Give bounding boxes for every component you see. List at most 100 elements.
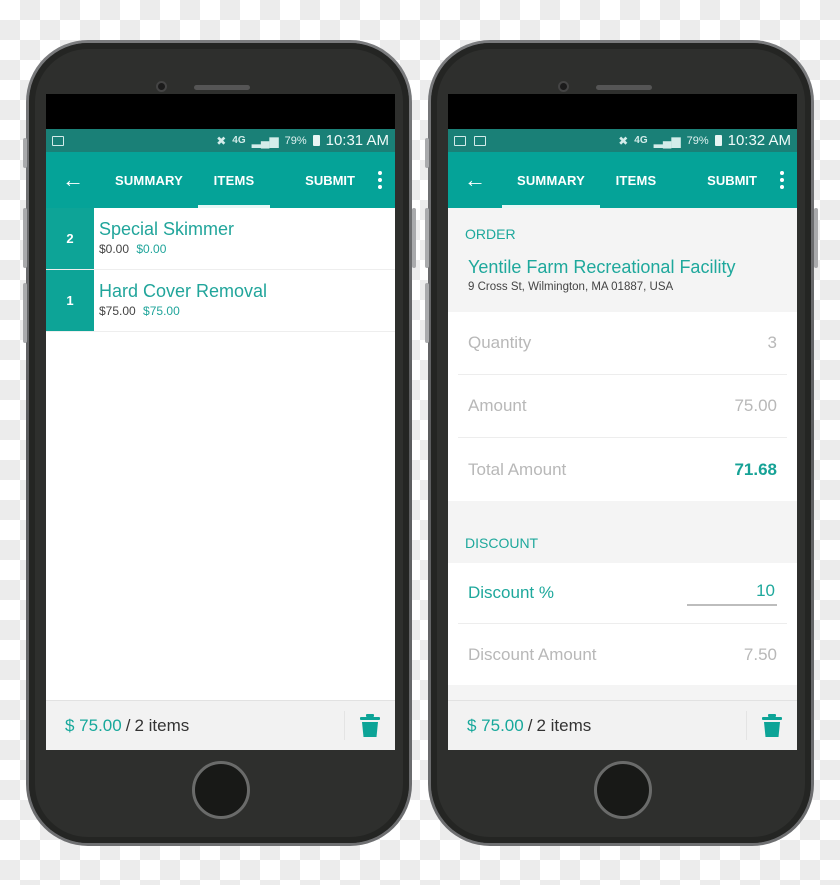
battery-icon	[312, 135, 320, 146]
discount-card: Discount % Discount Amount 7.50	[448, 563, 797, 685]
gallery-icon	[454, 135, 466, 146]
status-bar: ✖ 4G ▂▄▆ 79% 10:31 AM	[46, 129, 395, 152]
discount-section-header: DISCOUNT	[465, 535, 539, 551]
customer-address: 9 Cross St, Wilmington, MA 01887, USA	[468, 281, 674, 293]
item-unit-price: $75.00	[99, 304, 136, 318]
quantity-label: Quantity	[468, 333, 532, 352]
side-button	[23, 283, 27, 343]
submit-button[interactable]: SUBMIT	[697, 152, 767, 208]
quantity-row: Quantity 3	[458, 312, 787, 375]
amount-value: 75.00	[734, 396, 777, 415]
total-amount-value: 71.68	[734, 459, 777, 479]
battery-icon	[714, 135, 722, 146]
signal-icon: ▂▄▆	[653, 133, 681, 148]
footer-total-amount: $ 75.00	[467, 715, 524, 735]
summary-panel: ORDER Yentile Farm Recreational Facility…	[448, 208, 797, 750]
order-customer[interactable]: Yentile Farm Recreational Facility 9 Cro…	[448, 250, 797, 312]
tab-summary[interactable]: SUMMARY	[100, 152, 198, 208]
mute-icon: ✖	[216, 133, 227, 148]
tab-items[interactable]: ITEMS	[198, 152, 270, 208]
more-vertical-icon[interactable]	[767, 152, 797, 208]
side-button	[23, 138, 27, 168]
back-button[interactable]: ←	[46, 152, 100, 208]
items-list: 2 Special Skimmer $0.00 $0.00 1 Hard Cov…	[46, 208, 395, 750]
phone-items-screen: ✖ 4G ▂▄▆ 79% 10:31 AM ← SUMMARY ITEMS SU…	[26, 40, 412, 846]
total-amount-label: Total Amount	[468, 459, 567, 479]
4g-lte-icon: 4G	[232, 134, 246, 146]
discount-amount-row: Discount Amount 7.50	[458, 624, 787, 685]
discount-amount-label: Discount Amount	[468, 644, 597, 664]
side-button	[425, 208, 429, 268]
front-camera	[558, 81, 569, 92]
tab-label: ITEMS	[213, 172, 255, 188]
side-button	[412, 208, 416, 268]
cart-footer: $ 75.00 / 2 items	[46, 700, 395, 750]
trash-icon[interactable]	[359, 714, 381, 738]
clock: 10:31 AM	[325, 132, 389, 149]
quantity-value: 3	[767, 333, 777, 352]
footer-separator: /	[527, 715, 533, 735]
screen: ✖ 4G ▂▄▆ 79% 10:31 AM ← SUMMARY ITEMS SU…	[46, 94, 395, 750]
4g-lte-icon: 4G	[634, 134, 648, 146]
clock: 10:32 AM	[727, 132, 791, 149]
footer-divider	[344, 711, 345, 740]
battery-percent: 79%	[284, 134, 307, 147]
submit-label: SUBMIT	[305, 172, 355, 188]
submit-label: SUBMIT	[707, 172, 757, 188]
side-button	[425, 283, 429, 343]
footer-item-count: 2 items	[536, 715, 592, 735]
screen: ✖ 4G ▂▄▆ 79% 10:32 AM ← SUMMARY ITEMS SU…	[448, 94, 797, 750]
amount-label: Amount	[468, 396, 527, 415]
mute-icon: ✖	[618, 133, 629, 148]
home-button[interactable]	[594, 761, 652, 819]
gmail-icon	[52, 135, 64, 146]
item-quantity: 2	[46, 208, 94, 269]
footer-item-count: 2 items	[134, 715, 190, 735]
more-vertical-icon[interactable]	[365, 152, 395, 208]
app-bar: ← SUMMARY ITEMS SUBMIT	[46, 152, 395, 208]
list-item[interactable]: 2 Special Skimmer $0.00 $0.00	[46, 208, 395, 270]
footer-divider	[746, 711, 747, 740]
battery-percent: 79%	[686, 134, 709, 147]
item-unit-price: $0.00	[99, 242, 130, 256]
totals-card: Quantity 3 Amount 75.00 Total Amount 71.…	[448, 312, 797, 501]
customer-name: Yentile Farm Recreational Facility	[468, 257, 736, 277]
arrow-left-icon: ←	[464, 167, 486, 192]
phone-body: ✖ 4G ▂▄▆ 79% 10:31 AM ← SUMMARY ITEMS SU…	[29, 43, 409, 843]
cart-footer: $ 75.00 / 2 items	[448, 700, 797, 750]
app-bar: ← SUMMARY ITEMS SUBMIT	[448, 152, 797, 208]
back-button[interactable]: ←	[448, 152, 502, 208]
item-line-total: $75.00	[143, 304, 180, 318]
phone-summary-screen: ✖ 4G ▂▄▆ 79% 10:32 AM ← SUMMARY ITEMS SU…	[428, 40, 814, 846]
earpiece-speaker	[194, 85, 250, 90]
submit-button[interactable]: SUBMIT	[295, 152, 365, 208]
list-item[interactable]: 1 Hard Cover Removal $75.00 $75.00	[46, 270, 395, 332]
phone-body: ✖ 4G ▂▄▆ 79% 10:32 AM ← SUMMARY ITEMS SU…	[431, 43, 811, 843]
item-line-total: $0.00	[136, 242, 167, 256]
trash-icon[interactable]	[761, 714, 783, 738]
arrow-left-icon: ←	[62, 167, 84, 192]
discount-amount-value: 7.50	[743, 644, 777, 664]
status-bar: ✖ 4G ▂▄▆ 79% 10:32 AM	[448, 129, 797, 152]
discount-percent-input[interactable]	[687, 580, 777, 606]
tab-summary[interactable]: SUMMARY	[502, 152, 600, 208]
home-button[interactable]	[192, 761, 250, 819]
tab-label: ITEMS	[615, 172, 657, 188]
item-name: Hard Cover Removal	[99, 281, 268, 301]
side-button	[23, 208, 27, 268]
front-camera	[156, 81, 167, 92]
discount-percent-row: Discount %	[458, 563, 787, 624]
amount-row: Amount 75.00	[458, 375, 787, 438]
item-quantity: 1	[46, 270, 94, 331]
footer-total-amount: $ 75.00	[65, 715, 122, 735]
tab-items[interactable]: ITEMS	[600, 152, 672, 208]
total-amount-row: Total Amount 71.68	[458, 438, 787, 501]
earpiece-speaker	[596, 85, 652, 90]
tab-label: SUMMARY	[516, 172, 586, 188]
footer-separator: /	[125, 715, 131, 735]
side-button	[814, 208, 818, 268]
order-section-header: ORDER	[465, 226, 516, 242]
gmail-icon	[474, 135, 486, 146]
discount-percent-label: Discount %	[468, 583, 554, 602]
side-button	[425, 138, 429, 168]
